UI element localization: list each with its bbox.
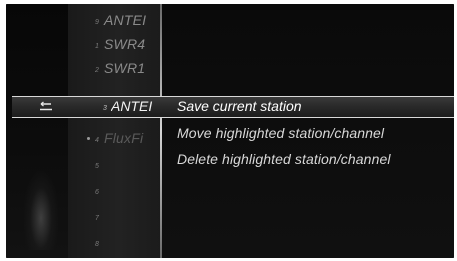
station-number: 7 [95, 215, 99, 222]
station-list-item[interactable]: 2 SWR1 [68, 58, 160, 80]
station-list-item[interactable]: 1 SWR4 [68, 34, 160, 56]
menu-item-move[interactable]: Move highlighted station/channel [177, 125, 384, 147]
selected-station-name[interactable]: ANTEI [111, 98, 158, 114]
menu-item-delete[interactable]: Delete highlighted station/channel [177, 151, 391, 173]
station-number: 5 [95, 163, 99, 170]
station-number: 2 [95, 67, 99, 74]
station-number: 1 [95, 43, 99, 50]
station-list-item[interactable]: 8 [68, 232, 160, 254]
station-list-item[interactable]: 6 [68, 180, 160, 202]
menu-item-save[interactable]: Save current station [177, 98, 302, 114]
station-name: SWR4 [104, 36, 146, 52]
station-name: SWR1 [104, 60, 146, 76]
back-arrow-icon[interactable] [38, 101, 54, 113]
station-list-item[interactable]: 5 [68, 154, 160, 176]
options-menu: Move highlighted station/channel Delete … [162, 4, 454, 258]
left-panel [6, 4, 68, 258]
station-name: FluxFi [104, 130, 144, 146]
station-number: 8 [95, 241, 99, 248]
station-number: 4 [95, 137, 99, 144]
selected-station-number: 3 [103, 105, 107, 112]
station-list-item[interactable]: 4 FluxFi [68, 128, 160, 150]
station-list: 9 ANTEI 1 SWR4 2 SWR1 4 FluxFi 5 6 7 8 [68, 4, 160, 258]
station-list-item[interactable]: 7 [68, 206, 160, 228]
radio-preset-screen: 9 ANTEI 1 SWR4 2 SWR1 4 FluxFi 5 6 7 8 M… [6, 4, 454, 258]
station-number: 9 [95, 19, 99, 26]
station-number: 6 [95, 189, 99, 196]
station-list-item[interactable]: 9 ANTEI [68, 10, 160, 32]
highlight-bar[interactable]: 3 ANTEI Save current station [12, 96, 454, 118]
left-panel-glow [24, 170, 58, 250]
active-station-dot [87, 137, 90, 140]
station-name: ANTEI [104, 12, 147, 28]
